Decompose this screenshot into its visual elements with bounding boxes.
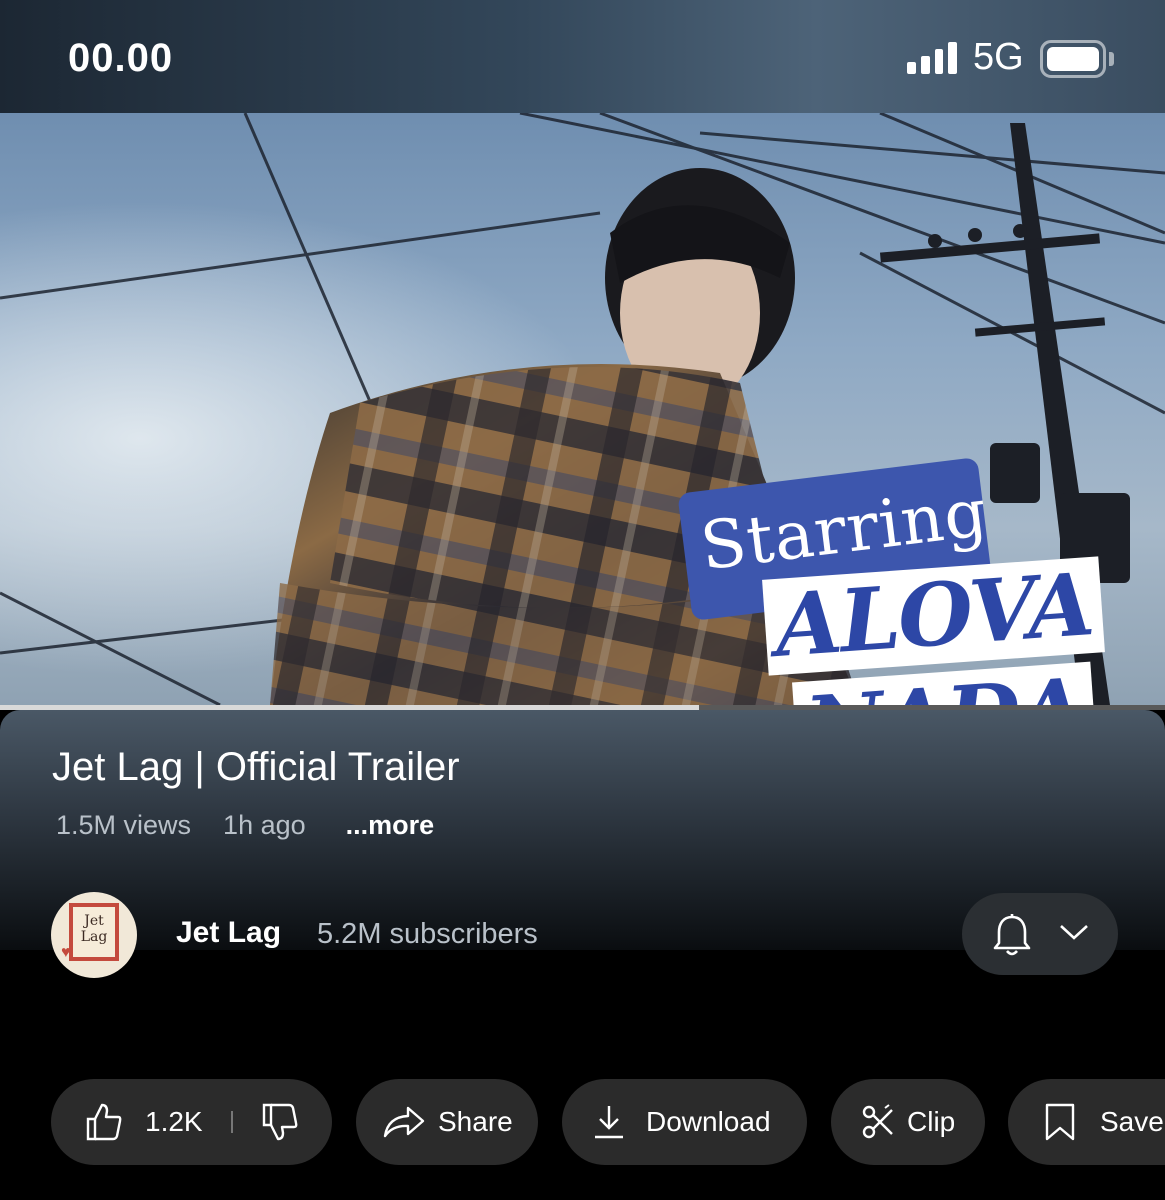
bell-icon — [993, 914, 1031, 956]
share-icon — [383, 1106, 425, 1138]
video-title[interactable]: Jet Lag | Official Trailer — [52, 745, 460, 790]
like-dislike-group: 1.2K — [51, 1079, 332, 1165]
download-button[interactable]: Download — [562, 1079, 807, 1165]
status-bar: 00.00 5G — [0, 0, 1165, 113]
cellular-signal-icon — [907, 42, 957, 74]
view-count: 1.5M views — [56, 810, 192, 840]
channel-logo-text-2: Lag — [80, 929, 108, 945]
bookmark-icon — [1045, 1103, 1075, 1141]
channel-logo-text-1: Jet — [84, 913, 104, 929]
battery-icon — [1040, 40, 1106, 78]
network-type: 5G — [973, 36, 1024, 78]
status-time: 00.00 — [68, 36, 174, 80]
save-label: Save — [1100, 1106, 1164, 1137]
download-label: Download — [646, 1106, 771, 1137]
chevron-down-icon — [1060, 925, 1088, 940]
clip-label: Clip — [907, 1106, 956, 1137]
video-player[interactable]: Starring ALOVA NADA — [0, 113, 1165, 705]
thumbs-down-icon[interactable] — [261, 1102, 299, 1142]
share-label: Share — [438, 1106, 513, 1137]
channel-logo: Jet Lag — [69, 903, 119, 961]
action-bar: 1.2K Share Download Clip Save — [0, 1079, 1165, 1165]
scissors-icon — [862, 1104, 893, 1139]
subscriber-count: 5.2M subscribers — [317, 918, 538, 950]
channel-name[interactable]: Jet Lag — [176, 916, 281, 950]
download-icon — [595, 1106, 623, 1139]
share-button[interactable]: Share — [356, 1079, 538, 1165]
channel-avatar[interactable]: Jet Lag ♥ — [51, 892, 137, 978]
save-button[interactable]: Save — [1008, 1079, 1165, 1165]
more-button[interactable]: ...more — [346, 810, 435, 841]
video-meta: 1.5M views 1h ago ...more — [56, 810, 434, 841]
battery-tip — [1109, 52, 1114, 66]
clip-button[interactable]: Clip — [831, 1079, 985, 1165]
upload-age: 1h ago — [223, 810, 306, 840]
heart-icon: ♥ — [61, 944, 71, 961]
notification-bell-button[interactable] — [962, 893, 1118, 975]
star-name-line-1: ALOVA — [762, 554, 1106, 677]
star-name-overlay: ALOVA NADA — [762, 554, 1106, 705]
like-count[interactable]: 1.2K — [145, 1106, 203, 1138]
like-divider — [230, 1111, 233, 1133]
thumbs-up-icon[interactable] — [85, 1102, 123, 1142]
